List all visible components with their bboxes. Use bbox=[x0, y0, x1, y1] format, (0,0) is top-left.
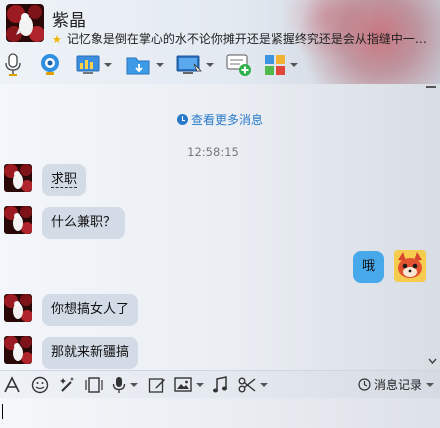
voice-message-button[interactable] bbox=[112, 375, 138, 395]
contact-signature: ★ 记忆象是倒在掌心的水不论你摊开还是紧握终究还是会从指缝中一… bbox=[52, 30, 436, 46]
screen-share-icon bbox=[176, 55, 202, 74]
voice-call-button[interactable] bbox=[4, 52, 22, 78]
chevron-down-icon bbox=[290, 63, 298, 67]
font-icon bbox=[4, 376, 20, 393]
message-text: 那就来新疆搞 bbox=[51, 345, 130, 360]
message-timestamp: 12:58:15 bbox=[187, 145, 239, 159]
contact-avatar-small[interactable] bbox=[4, 336, 32, 364]
microphone-icon bbox=[112, 377, 126, 393]
view-more-messages-link[interactable]: 查看更多消息 bbox=[0, 111, 440, 128]
my-message-bubble[interactable]: 哦 bbox=[352, 251, 384, 283]
message-list[interactable]: 查看更多消息 12:58:15 求职 什么兼职？ 哦 你想搞女人了 那就来新疆搞 bbox=[0, 84, 440, 370]
image-icon bbox=[174, 377, 192, 392]
apps-button[interactable] bbox=[264, 52, 298, 78]
edit-button[interactable] bbox=[148, 375, 166, 395]
microphone-icon bbox=[5, 53, 21, 76]
new-message-icon bbox=[226, 54, 251, 76]
magic-wand-icon bbox=[60, 377, 74, 392]
new-message-button[interactable] bbox=[226, 52, 252, 78]
message-bubble[interactable]: 什么兼职？ bbox=[42, 207, 126, 239]
chevron-down-icon bbox=[104, 63, 112, 67]
message-text: 你想搞女人了 bbox=[51, 302, 130, 317]
chevron-down-icon bbox=[130, 383, 138, 387]
signature-text: 记忆象是倒在掌心的水不论你摊开还是紧握终究还是会从指缝中一… bbox=[66, 32, 427, 46]
message-bubble[interactable]: 那就来新疆搞 bbox=[42, 337, 139, 369]
file-transfer-icon bbox=[126, 57, 150, 75]
magic-effects-button[interactable] bbox=[58, 375, 76, 395]
chevron-down-icon bbox=[156, 63, 164, 67]
contact-avatar-small[interactable] bbox=[4, 294, 32, 322]
edit-icon bbox=[148, 378, 165, 393]
contact-name[interactable]: 紫晶 bbox=[52, 6, 86, 31]
input-toolbar: 消息记录 bbox=[0, 370, 440, 398]
webcam-icon bbox=[41, 54, 59, 75]
file-transfer-button[interactable] bbox=[126, 52, 164, 78]
star-icon: ★ bbox=[52, 33, 62, 46]
screenshot-button[interactable] bbox=[238, 375, 268, 395]
chevron-down-icon bbox=[206, 63, 214, 67]
view-more-messages-label[interactable]: 查看更多消息 bbox=[191, 113, 263, 127]
contact-avatar[interactable] bbox=[6, 4, 44, 42]
contact-avatar-small[interactable] bbox=[4, 206, 32, 234]
message-text: 什么兼职？ bbox=[51, 215, 117, 230]
message-text: 哦 bbox=[361, 259, 375, 274]
video-call-button[interactable] bbox=[38, 52, 62, 78]
scroll-down-icon[interactable] bbox=[428, 357, 437, 366]
music-note-icon bbox=[213, 376, 227, 393]
message-input[interactable] bbox=[0, 398, 440, 428]
scissors-icon bbox=[238, 377, 256, 393]
font-button[interactable] bbox=[4, 375, 20, 395]
clock-icon bbox=[358, 378, 371, 391]
text-caret bbox=[2, 404, 3, 419]
shake-window-icon bbox=[85, 377, 103, 393]
apps-icon bbox=[265, 55, 285, 75]
message-history-button[interactable]: 消息记录 bbox=[358, 376, 434, 393]
send-image-button[interactable] bbox=[174, 375, 204, 395]
chat-header: 紫晶 ★ 记忆象是倒在掌心的水不论你摊开还是紧握终究还是会从指缝中一… bbox=[0, 0, 440, 84]
contact-avatar-small[interactable] bbox=[4, 164, 32, 192]
screenshot-shake-button[interactable] bbox=[84, 375, 104, 395]
chevron-down-icon bbox=[196, 383, 204, 387]
message-history-label: 消息记录 bbox=[373, 378, 422, 392]
clock-icon bbox=[176, 114, 188, 125]
screen-share-button[interactable] bbox=[176, 52, 214, 78]
my-avatar[interactable] bbox=[394, 250, 426, 282]
message-bubble[interactable]: 你想搞女人了 bbox=[42, 294, 139, 326]
music-button[interactable] bbox=[212, 375, 228, 395]
message-text: 求职 bbox=[51, 172, 78, 188]
chevron-down-icon bbox=[426, 382, 434, 387]
smiley-icon bbox=[31, 376, 49, 394]
collapse-icon[interactable] bbox=[426, 86, 436, 92]
remote-assist-icon bbox=[76, 55, 100, 74]
chevron-down-icon bbox=[260, 383, 268, 387]
remote-assist-button[interactable] bbox=[76, 52, 112, 78]
chat-toolbar bbox=[0, 50, 440, 80]
message-bubble[interactable]: 求职 bbox=[42, 164, 87, 196]
emoji-button[interactable] bbox=[31, 375, 49, 395]
